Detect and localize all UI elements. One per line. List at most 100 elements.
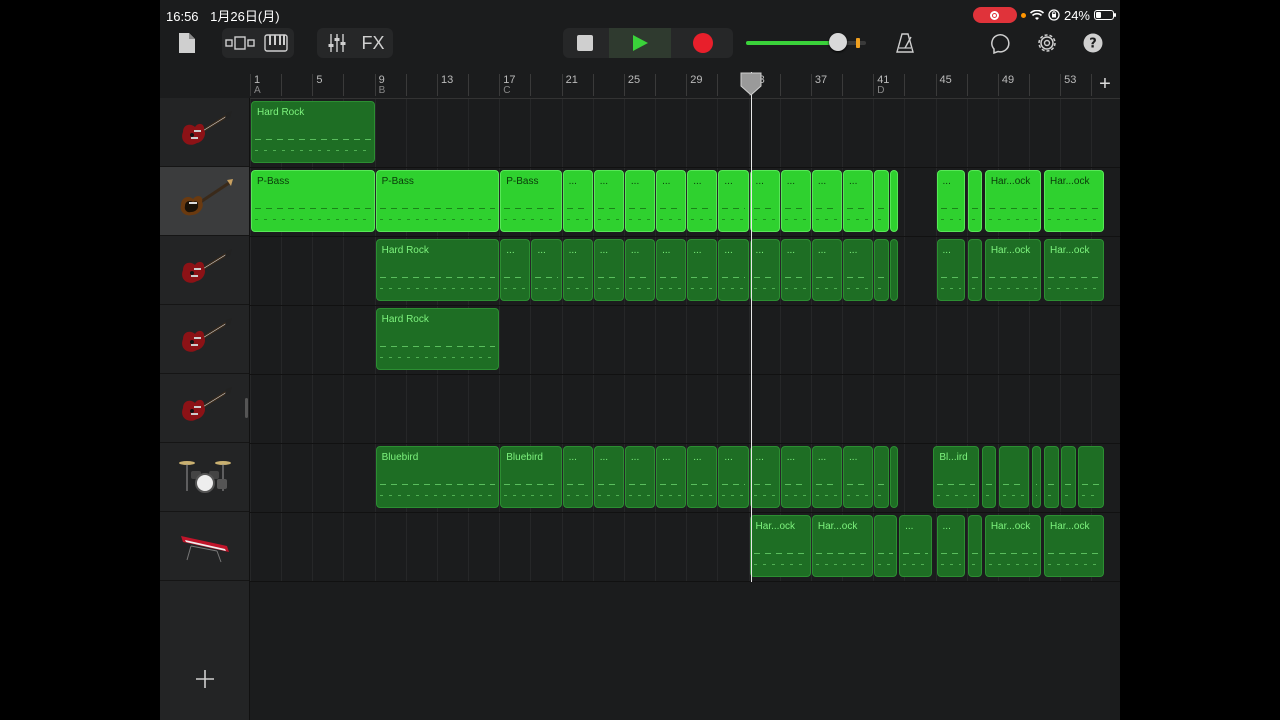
region[interactable]: ... [718, 170, 749, 232]
region[interactable] [874, 515, 897, 577]
region[interactable]: ... [936, 239, 966, 301]
region[interactable] [889, 170, 899, 232]
region[interactable] [1061, 446, 1076, 508]
region[interactable]: Har...ock [984, 515, 1042, 577]
region[interactable]: Har...ock [811, 515, 874, 577]
section-label[interactable]: D [877, 85, 884, 96]
section-label[interactable]: B [379, 85, 386, 96]
region[interactable]: ... [749, 170, 780, 232]
region[interactable] [874, 170, 889, 232]
bar-ruler[interactable]: 1591317212529333741454953ABCD [250, 72, 1120, 99]
my-songs-button[interactable] [176, 28, 198, 58]
region[interactable]: ... [749, 239, 780, 301]
region[interactable]: ... [593, 239, 624, 301]
region[interactable]: Har...ock [984, 239, 1042, 301]
add-section-button[interactable]: + [1096, 74, 1114, 94]
region[interactable]: ... [656, 239, 687, 301]
section-label[interactable]: C [503, 85, 510, 96]
metronome-button[interactable] [892, 28, 918, 58]
region[interactable]: ... [624, 446, 656, 508]
region[interactable]: ... [811, 170, 843, 232]
region[interactable]: ... [811, 446, 843, 508]
region[interactable]: ... [780, 239, 811, 301]
region[interactable]: ... [593, 170, 624, 232]
region[interactable] [967, 170, 983, 232]
region[interactable]: ... [936, 515, 966, 577]
track-lane[interactable]: Bluebird Bluebird........................… [250, 443, 1120, 513]
track-header[interactable] [160, 167, 249, 236]
region[interactable] [1031, 446, 1042, 508]
region[interactable]: ... [562, 239, 593, 301]
mixer-button[interactable] [319, 28, 355, 58]
region[interactable]: Hard Rock [251, 101, 375, 163]
region[interactable]: Har...ock [749, 515, 811, 577]
region[interactable] [874, 239, 889, 301]
region[interactable]: Har...ock [1044, 515, 1104, 577]
region[interactable]: P-Bass [375, 170, 500, 232]
region[interactable] [967, 239, 983, 301]
track-header[interactable] [160, 374, 249, 443]
header-resize-handle[interactable] [245, 398, 248, 418]
region[interactable]: ... [718, 239, 749, 301]
region[interactable]: ... [656, 170, 687, 232]
volume-knob[interactable] [829, 33, 848, 51]
loop-browser-button[interactable] [988, 28, 1014, 58]
track-lane[interactable]: Hard Rock [250, 98, 1120, 168]
region[interactable] [874, 446, 889, 508]
region[interactable]: Har...ock [984, 170, 1042, 232]
region[interactable] [889, 239, 899, 301]
region[interactable]: Har...ock [1044, 239, 1104, 301]
region[interactable]: ... [780, 170, 811, 232]
record-button[interactable] [673, 28, 733, 58]
region[interactable] [1078, 446, 1104, 508]
region[interactable] [1044, 446, 1059, 508]
region[interactable]: ... [500, 239, 531, 301]
track-lane[interactable]: Har...ock Har...ock...... Har...ock Har...o… [250, 512, 1120, 582]
region[interactable]: Hard Rock [375, 308, 500, 370]
region[interactable]: ... [843, 446, 874, 508]
region[interactable]: ... [843, 239, 874, 301]
region[interactable]: P-Bass [251, 170, 375, 232]
instrument-view-button[interactable] [258, 28, 294, 58]
region[interactable]: ... [624, 239, 656, 301]
tracks-view-button[interactable] [222, 28, 258, 58]
region[interactable]: ... [624, 170, 656, 232]
region[interactable] [998, 446, 1029, 508]
track-lane[interactable]: P-Bass P-Bass P-Bass......................… [250, 167, 1120, 237]
region[interactable]: ... [936, 170, 966, 232]
add-track-button[interactable] [192, 666, 218, 692]
region[interactable]: ... [531, 239, 562, 301]
playhead-handle[interactable] [740, 72, 762, 96]
region[interactable]: ... [593, 446, 624, 508]
region[interactable]: ... [718, 446, 749, 508]
region[interactable]: ... [562, 170, 593, 232]
region[interactable]: Bluebird [500, 446, 562, 508]
fx-button[interactable]: FX [355, 28, 391, 58]
region[interactable]: ... [562, 446, 593, 508]
region[interactable]: ... [656, 446, 687, 508]
track-lane[interactable] [250, 374, 1120, 444]
help-button[interactable]: ? [1080, 28, 1106, 58]
region[interactable]: ... [749, 446, 780, 508]
region[interactable]: Bl...ird [933, 446, 980, 508]
region[interactable]: ... [899, 515, 933, 577]
track-lane[interactable]: Hard Rock...............................… [250, 236, 1120, 306]
region[interactable] [981, 446, 997, 508]
region[interactable]: ... [811, 239, 843, 301]
track-header[interactable] [160, 236, 249, 305]
region[interactable]: ... [687, 446, 718, 508]
play-button[interactable] [609, 28, 671, 58]
stop-button[interactable] [563, 28, 607, 58]
region[interactable]: Bluebird [375, 446, 500, 508]
track-header[interactable] [160, 98, 249, 167]
region[interactable]: Hard Rock [375, 239, 500, 301]
region[interactable]: Har...ock [1044, 170, 1104, 232]
region[interactable]: P-Bass [500, 170, 562, 232]
settings-button[interactable] [1034, 28, 1060, 58]
region[interactable] [967, 515, 983, 577]
track-lane[interactable]: Hard Rock [250, 305, 1120, 375]
track-header[interactable] [160, 305, 249, 374]
region[interactable]: ... [687, 239, 718, 301]
region[interactable]: ... [687, 170, 718, 232]
master-volume-slider[interactable] [746, 33, 866, 51]
